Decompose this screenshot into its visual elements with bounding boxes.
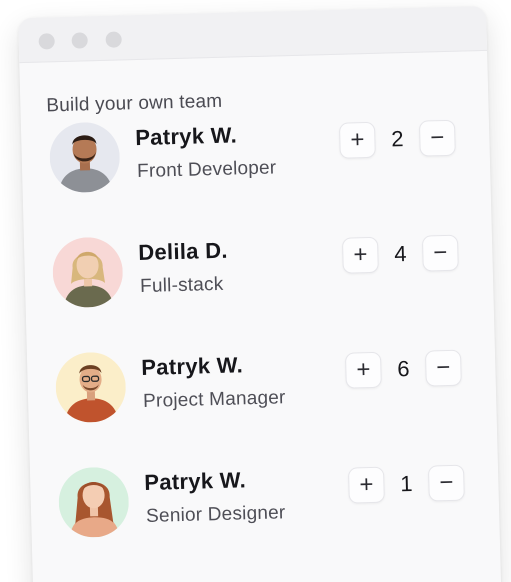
plus-icon: + — [359, 470, 374, 499]
stage: Build your own team Patryk W. Front Deve… — [0, 0, 511, 582]
window-dot-icon[interactable] — [105, 31, 122, 48]
avatar — [51, 236, 124, 309]
minus-icon: − — [439, 468, 454, 497]
person-photo-icon — [57, 466, 130, 539]
minus-icon: − — [429, 124, 445, 152]
member-name: Delila D. — [137, 237, 229, 266]
person-photo-icon — [51, 236, 124, 309]
member-role: Front Developer — [136, 157, 277, 183]
team-member-row: Patryk W. Senior Designer + 1 − — [57, 457, 472, 544]
avatar — [54, 351, 127, 424]
decrement-button[interactable]: − — [421, 234, 459, 272]
increment-button[interactable]: + — [344, 351, 382, 389]
window-titlebar — [18, 5, 488, 64]
quantity-stepper: + 2 − — [338, 119, 460, 159]
quantity-stepper: + 4 − — [341, 234, 463, 274]
plus-icon: + — [353, 241, 368, 269]
decrement-button[interactable]: − — [418, 119, 456, 157]
quantity-stepper: + 6 − — [344, 349, 466, 389]
increment-button[interactable]: + — [341, 236, 379, 274]
avatar — [57, 466, 130, 539]
minus-icon: − — [436, 353, 451, 382]
member-count: 4 — [393, 241, 407, 267]
member-count: 1 — [399, 470, 413, 497]
decrement-button[interactable]: − — [424, 349, 462, 387]
person-photo-icon — [54, 351, 127, 424]
window-dot-icon[interactable] — [38, 33, 55, 50]
member-count: 2 — [390, 126, 404, 152]
member-count: 6 — [396, 356, 410, 382]
member-name: Patryk W. — [134, 122, 238, 151]
member-role: Full-stack — [139, 273, 224, 298]
member-name: Patryk W. — [140, 352, 244, 381]
page-title: Build your own team — [46, 90, 223, 117]
increment-button[interactable]: + — [338, 121, 376, 159]
plus-icon: + — [350, 126, 365, 154]
team-member-row: Patryk W. Project Manager + 6 − — [54, 342, 469, 429]
member-name: Patryk W. — [143, 467, 247, 495]
person-photo-icon — [48, 121, 121, 194]
window-dot-icon[interactable] — [71, 32, 88, 49]
decrement-button[interactable]: − — [427, 464, 465, 502]
avatar — [48, 121, 121, 194]
minus-icon: − — [432, 238, 448, 267]
member-role: Project Manager — [142, 387, 286, 412]
quantity-stepper: + 1 − — [347, 464, 469, 504]
member-role: Senior Designer — [145, 502, 286, 527]
team-member-row: Delila D. Full-stack + 4 − — [51, 228, 466, 315]
team-builder-window: Build your own team Patryk W. Front Deve… — [18, 5, 502, 582]
increment-button[interactable]: + — [347, 466, 385, 504]
team-member-row: Patryk W. Front Developer + 2 − — [48, 113, 463, 200]
plus-icon: + — [356, 356, 371, 384]
